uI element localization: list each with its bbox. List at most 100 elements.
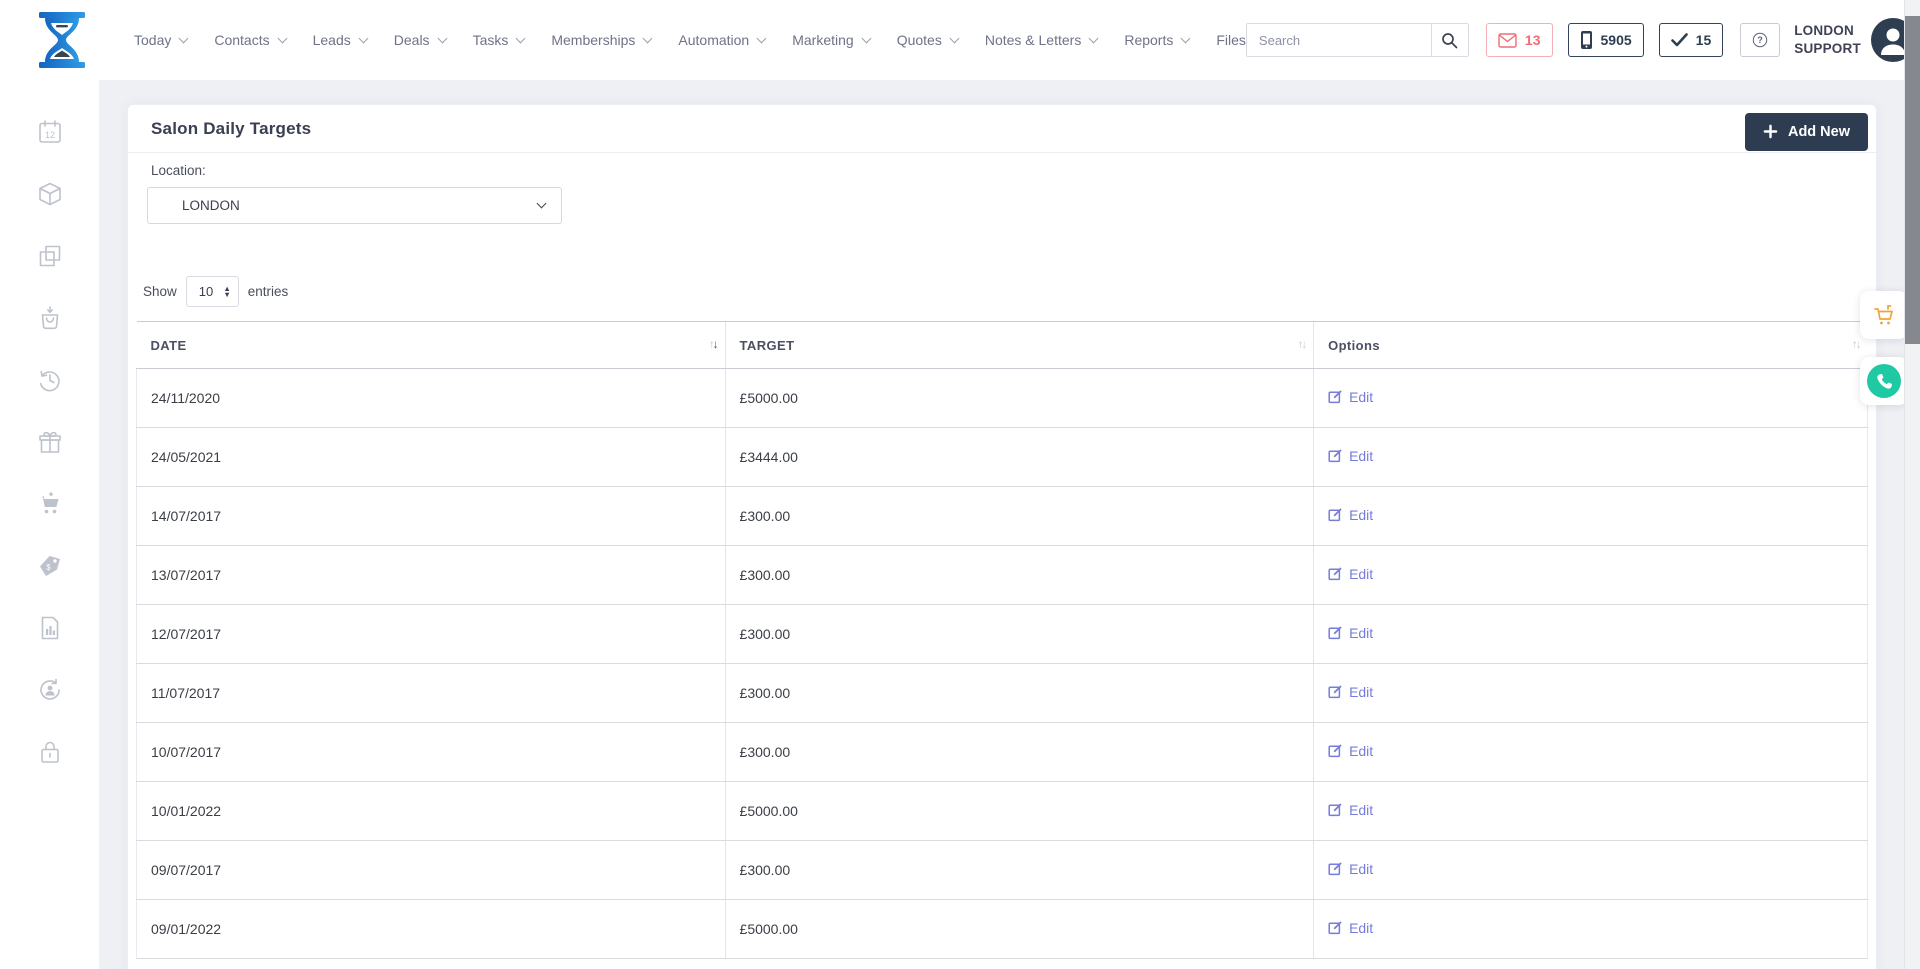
date-cell: 09/07/2017: [137, 841, 726, 900]
location-label: Location:: [151, 163, 1868, 178]
tasks-badge[interactable]: 15: [1659, 23, 1724, 57]
options-cell: Edit: [1314, 487, 1868, 546]
edit-icon: [1328, 507, 1343, 522]
search-button[interactable]: [1431, 23, 1469, 57]
scrollbar-thumb[interactable]: [1905, 16, 1920, 344]
messages-badge[interactable]: 13: [1486, 23, 1553, 57]
edit-button[interactable]: Edit: [1328, 861, 1373, 877]
shopping-bag-icon[interactable]: [35, 303, 65, 333]
nav-item-marketing[interactable]: Marketing: [792, 32, 869, 48]
nav-item-today[interactable]: Today: [134, 32, 187, 48]
nav-label: Leads: [313, 32, 351, 48]
phone-float-button[interactable]: [1860, 357, 1908, 405]
location-select[interactable]: LONDON: [147, 187, 562, 224]
sidebar: 12: [0, 80, 99, 969]
cart-icon[interactable]: [35, 489, 65, 519]
edit-button[interactable]: Edit: [1328, 625, 1373, 641]
nav-item-leads[interactable]: Leads: [313, 32, 367, 48]
cart-icon: [1872, 303, 1896, 327]
hourglass-logo-icon[interactable]: [36, 11, 88, 69]
nav-item-contacts[interactable]: Contacts: [214, 32, 285, 48]
search-icon: [1441, 32, 1458, 49]
calls-badge[interactable]: 5905: [1568, 23, 1644, 57]
nav-item-notes-letters[interactable]: Notes & Letters: [985, 32, 1098, 48]
edit-button[interactable]: Edit: [1328, 507, 1373, 523]
table-row: 09/01/2022 £5000.00 Edit: [137, 900, 1868, 959]
column-header-date[interactable]: DATE ↑↓: [137, 322, 726, 369]
svg-text:12: 12: [44, 130, 54, 140]
cart-float-button[interactable]: [1860, 291, 1908, 339]
nav-item-quotes[interactable]: Quotes: [897, 32, 958, 48]
history-icon[interactable]: [35, 365, 65, 395]
edit-button[interactable]: Edit: [1328, 389, 1373, 405]
target-cell: £300.00: [725, 546, 1314, 605]
app-screen: Today Contacts Leads Deals Tasks Members…: [0, 0, 1920, 969]
table-row: 09/07/2017 £300.00 Edit: [137, 841, 1868, 900]
layers-icon[interactable]: [35, 241, 65, 271]
chevron-down-icon: [1181, 33, 1191, 43]
edit-button[interactable]: Edit: [1328, 802, 1373, 818]
help-button[interactable]: ?: [1740, 23, 1780, 57]
edit-button[interactable]: Edit: [1328, 920, 1373, 936]
chevron-down-icon: [861, 33, 871, 43]
date-cell: 14/07/2017: [137, 487, 726, 546]
table-row: 13/07/2017 £300.00 Edit: [137, 546, 1868, 605]
options-cell: Edit: [1314, 605, 1868, 664]
price-tag-icon[interactable]: $: [35, 551, 65, 581]
edit-button[interactable]: Edit: [1328, 743, 1373, 759]
report-icon[interactable]: [35, 613, 65, 643]
nav-item-files[interactable]: Files: [1216, 32, 1246, 48]
gift-icon[interactable]: [35, 427, 65, 457]
target-cell: £300.00: [725, 605, 1314, 664]
main-navigation: Today Contacts Leads Deals Tasks Members…: [134, 32, 1246, 48]
edit-icon: [1328, 684, 1343, 699]
options-cell: Edit: [1314, 841, 1868, 900]
table-row: 14/07/2017 £300.00 Edit: [137, 487, 1868, 546]
date-cell: 24/11/2020: [137, 369, 726, 428]
nav-label: Today: [134, 32, 171, 48]
add-new-button[interactable]: Add New: [1745, 113, 1868, 151]
nav-label: Deals: [394, 32, 430, 48]
nav-item-reports[interactable]: Reports: [1124, 32, 1189, 48]
edit-button[interactable]: Edit: [1328, 684, 1373, 700]
table-row: 24/11/2020 £5000.00 Edit: [137, 369, 1868, 428]
column-header-target[interactable]: TARGET ↑↓: [725, 322, 1314, 369]
svg-text:$: $: [46, 563, 51, 572]
question-mark-icon: ?: [1752, 30, 1768, 50]
target-cell: £300.00: [725, 723, 1314, 782]
show-label: Show: [143, 284, 177, 299]
edit-button[interactable]: Edit: [1328, 448, 1373, 464]
page-size-value: 10: [199, 284, 213, 299]
client-sync-icon[interactable]: [35, 675, 65, 705]
nav-item-tasks[interactable]: Tasks: [473, 32, 525, 48]
page-size-select[interactable]: 10 ▲▼: [186, 276, 239, 307]
panel-header: Salon Daily Targets Add New: [128, 105, 1876, 153]
mobile-phone-icon: [1580, 30, 1593, 50]
edit-button[interactable]: Edit: [1328, 566, 1373, 582]
nav-label: Files: [1216, 32, 1246, 48]
calendar-icon[interactable]: 12: [35, 117, 65, 147]
nav-item-automation[interactable]: Automation: [678, 32, 765, 48]
topbar-right: 13 5905 15 ?: [1246, 18, 1915, 62]
column-header-options[interactable]: Options ↑↓: [1314, 322, 1868, 369]
user-name: LONDON SUPPORT: [1794, 22, 1861, 57]
search-input[interactable]: [1246, 23, 1431, 57]
options-cell: Edit: [1314, 369, 1868, 428]
date-cell: 12/07/2017: [137, 605, 726, 664]
nav-label: Marketing: [792, 32, 853, 48]
table-row: 24/05/2021 £3444.00 Edit: [137, 428, 1868, 487]
edit-icon: [1328, 802, 1343, 817]
package-icon[interactable]: [35, 179, 65, 209]
user-menu[interactable]: LONDON SUPPORT: [1794, 18, 1915, 62]
date-cell: 10/07/2017: [137, 723, 726, 782]
edit-icon: [1328, 389, 1343, 404]
target-cell: £5000.00: [725, 782, 1314, 841]
date-cell: 24/05/2021: [137, 428, 726, 487]
nav-item-memberships[interactable]: Memberships: [551, 32, 651, 48]
scrollbar-track[interactable]: [1904, 0, 1920, 969]
options-cell: Edit: [1314, 900, 1868, 959]
search-group: [1246, 23, 1469, 57]
nav-item-deals[interactable]: Deals: [394, 32, 446, 48]
lock-icon[interactable]: [35, 737, 65, 767]
options-cell: Edit: [1314, 723, 1868, 782]
